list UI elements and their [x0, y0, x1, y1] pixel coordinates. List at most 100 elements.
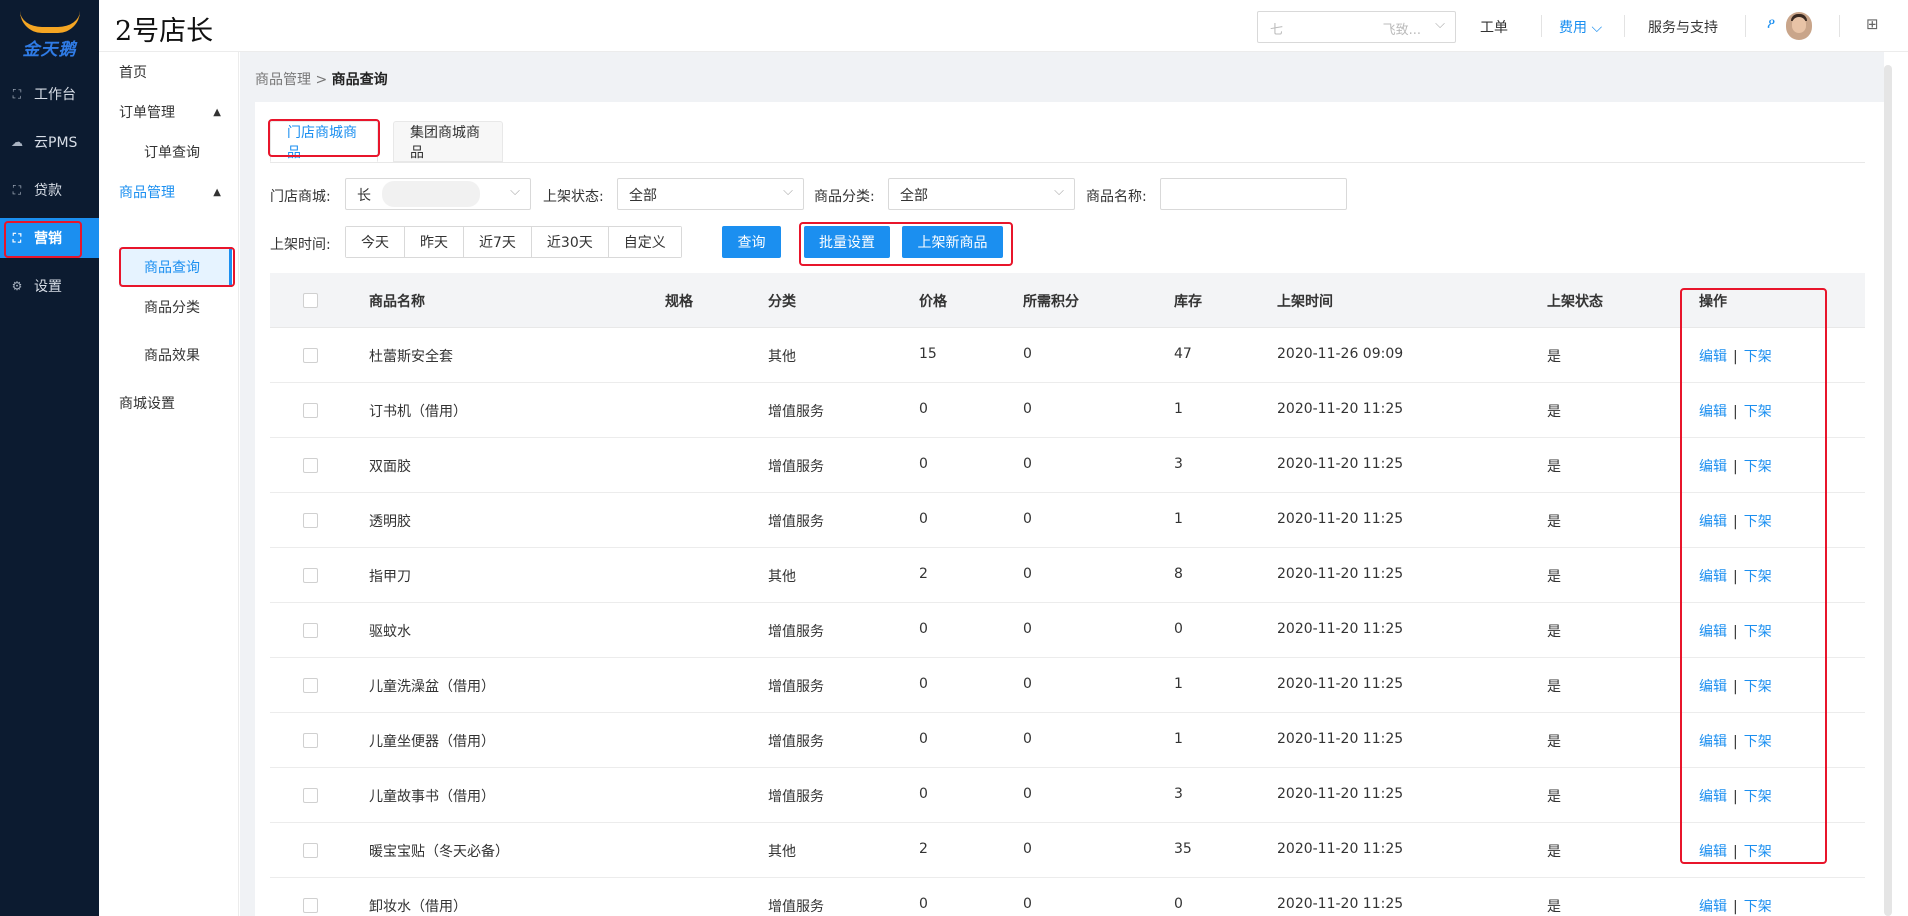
status-select[interactable]: 全部 ⌵: [617, 178, 804, 210]
cell-stock: 0: [1174, 621, 1183, 637]
chevron-down-icon: ⌵: [510, 184, 520, 199]
cell-time: 2020-11-20 11:25: [1277, 841, 1404, 857]
cell-points: 0: [1023, 731, 1032, 747]
time-option-30days[interactable]: 近30天: [531, 227, 609, 257]
avatar-face: [1792, 17, 1806, 33]
left-nav-item[interactable]: ⚙ 设置: [0, 266, 99, 306]
sub-nav-order-query[interactable]: 订单查询: [99, 132, 239, 172]
left-nav-item[interactable]: ⛶ 工作台: [0, 74, 99, 114]
table-row: 儿童洗澡盆（借用） 增值服务 0 0 1 2020-11-20 11:25 是编辑 | 下架: [270, 658, 1865, 713]
sub-nav-goods-effect[interactable]: 商品效果: [99, 335, 239, 375]
divider: [1745, 15, 1746, 37]
row-checkbox[interactable]: [303, 513, 318, 528]
loan-icon: ⛶: [12, 182, 22, 197]
cell-category: 增值服务: [768, 624, 824, 640]
cell-time: 2020-11-20 11:25: [1277, 511, 1404, 527]
time-option-today[interactable]: 今天: [346, 227, 405, 257]
cell-name: 儿童洗澡盆（借用）: [369, 679, 495, 695]
cell-category: 其他: [768, 349, 796, 365]
workorder-link[interactable]: 工单: [1480, 17, 1508, 37]
category-select[interactable]: 全部 ⌵: [888, 178, 1075, 210]
table-row: 指甲刀 其他 2 0 8 2020-11-20 11:25 是编辑 | 下架: [270, 548, 1865, 603]
store-select[interactable]: 长 ⌵: [345, 178, 531, 210]
row-checkbox[interactable]: [303, 898, 318, 913]
grid-menu-icon[interactable]: ⊞: [1866, 15, 1879, 33]
row-checkbox[interactable]: [303, 458, 318, 473]
time-option-yesterday[interactable]: 昨天: [405, 227, 464, 257]
table-row: 杜蕾斯安全套 其他 15 0 47 2020-11-26 09:09 是编辑 | 下架: [270, 328, 1865, 383]
row-checkbox[interactable]: [303, 348, 318, 363]
cell-stock: 3: [1174, 786, 1183, 802]
hotel-select[interactable]: 七 飞致... ⌵: [1257, 11, 1456, 43]
row-checkbox[interactable]: [303, 733, 318, 748]
breadcrumb-current: 商品查询: [331, 72, 388, 88]
cell-time: 2020-11-20 11:25: [1277, 731, 1404, 747]
chevron-down-icon: ⌵: [1054, 184, 1064, 199]
col-stock: 库存: [1174, 294, 1202, 310]
action-separator: |: [1733, 899, 1738, 915]
cell-category: 增值服务: [768, 899, 824, 915]
row-checkbox[interactable]: [303, 623, 318, 638]
name-input[interactable]: [1160, 178, 1347, 210]
chevron-up-icon: ▲: [213, 106, 221, 118]
edit-link[interactable]: 编辑: [1699, 899, 1727, 915]
row-checkbox[interactable]: [303, 788, 318, 803]
cell-status: 是: [1547, 349, 1561, 365]
cell-points: 0: [1023, 896, 1032, 912]
table-row: 双面胶 增值服务 0 0 3 2020-11-20 11:25 是编辑 | 下架: [270, 438, 1865, 493]
table-row: 透明胶 增值服务 0 0 1 2020-11-20 11:25 是编辑 | 下架: [270, 493, 1865, 548]
cell-stock: 1: [1174, 676, 1183, 692]
sub-nav-order-mgmt[interactable]: 订单管理 ▲: [99, 92, 239, 132]
time-option-custom[interactable]: 自定义: [608, 227, 681, 257]
offshelf-link[interactable]: 下架: [1744, 899, 1772, 915]
cell-category: 其他: [768, 844, 796, 860]
cell-time: 2020-11-20 11:25: [1277, 786, 1404, 802]
time-option-7days[interactable]: 近7天: [464, 227, 532, 257]
cell-status: 是: [1547, 844, 1561, 860]
status-select-value: 全部: [629, 188, 657, 204]
annotation-box-goods-query: [119, 247, 235, 287]
cell-price: 0: [919, 511, 928, 527]
sub-nav-home[interactable]: 首页: [99, 52, 239, 92]
cell-stock: 1: [1174, 731, 1183, 747]
category-filter-label: 商品分类:: [814, 189, 875, 205]
status-filter-label: 上架状态:: [543, 189, 604, 205]
cell-time: 2020-11-20 11:25: [1277, 896, 1404, 912]
table-row: 暖宝宝贴（冬天必备） 其他 2 0 35 2020-11-20 11:25 是编辑 | 下架: [270, 823, 1865, 878]
cell-category: 增值服务: [768, 514, 824, 530]
left-nav-item[interactable]: ⛶ 贷款: [0, 170, 99, 210]
support-link[interactable]: 服务与支持: [1648, 17, 1718, 37]
cell-category: 增值服务: [768, 734, 824, 750]
cell-points: 0: [1023, 511, 1032, 527]
left-nav-item[interactable]: ☁ 云PMS: [0, 122, 99, 162]
select-all-checkbox[interactable]: [303, 293, 318, 308]
logo-text: 金天鹅: [22, 39, 77, 60]
row-checkbox[interactable]: [303, 568, 318, 583]
breadcrumb-parent[interactable]: 商品管理 >: [255, 72, 332, 88]
col-status: 上架状态: [1547, 294, 1603, 310]
tab-group-goods[interactable]: 集团商城商品: [393, 121, 503, 162]
table-header: 商品名称 规格 分类 价格 所需积分 库存 上架时间 上架状态 操作: [270, 273, 1865, 328]
avatar[interactable]: [1786, 12, 1812, 40]
tab-bar: 门店商城商品 集团商城商品: [270, 121, 1865, 163]
page-scrollbar[interactable]: [1884, 65, 1892, 916]
annotation-box-operations: [1680, 288, 1827, 864]
cell-stock: 3: [1174, 456, 1183, 472]
brand-title: 2号店长: [115, 16, 214, 47]
chevron-down-icon: ⌵: [1435, 17, 1445, 32]
user-icon[interactable]: ዖ: [1767, 16, 1775, 32]
cell-status: 是: [1547, 569, 1561, 585]
time-filter-label: 上架时间:: [270, 237, 331, 253]
table-row: 儿童故事书（借用） 增值服务 0 0 3 2020-11-20 11:25 是编辑 | 下架: [270, 768, 1865, 823]
table-row: 卸妆水（借用） 增值服务 0 0 0 2020-11-20 11:25 是 编辑 | 下架: [270, 878, 1865, 916]
fee-menu[interactable]: 费用 ⌵: [1559, 17, 1602, 37]
sub-nav-goods-category[interactable]: 商品分类: [99, 287, 239, 327]
cell-time: 2020-11-20 11:25: [1277, 401, 1404, 417]
row-checkbox[interactable]: [303, 678, 318, 693]
query-button[interactable]: 查询: [722, 226, 781, 258]
cell-status: 是: [1547, 789, 1561, 805]
row-checkbox[interactable]: [303, 403, 318, 418]
row-checkbox[interactable]: [303, 843, 318, 858]
sub-nav-goods-mgmt[interactable]: 商品管理 ▲: [99, 172, 239, 212]
sub-nav-mall-settings[interactable]: 商城设置: [99, 383, 239, 423]
